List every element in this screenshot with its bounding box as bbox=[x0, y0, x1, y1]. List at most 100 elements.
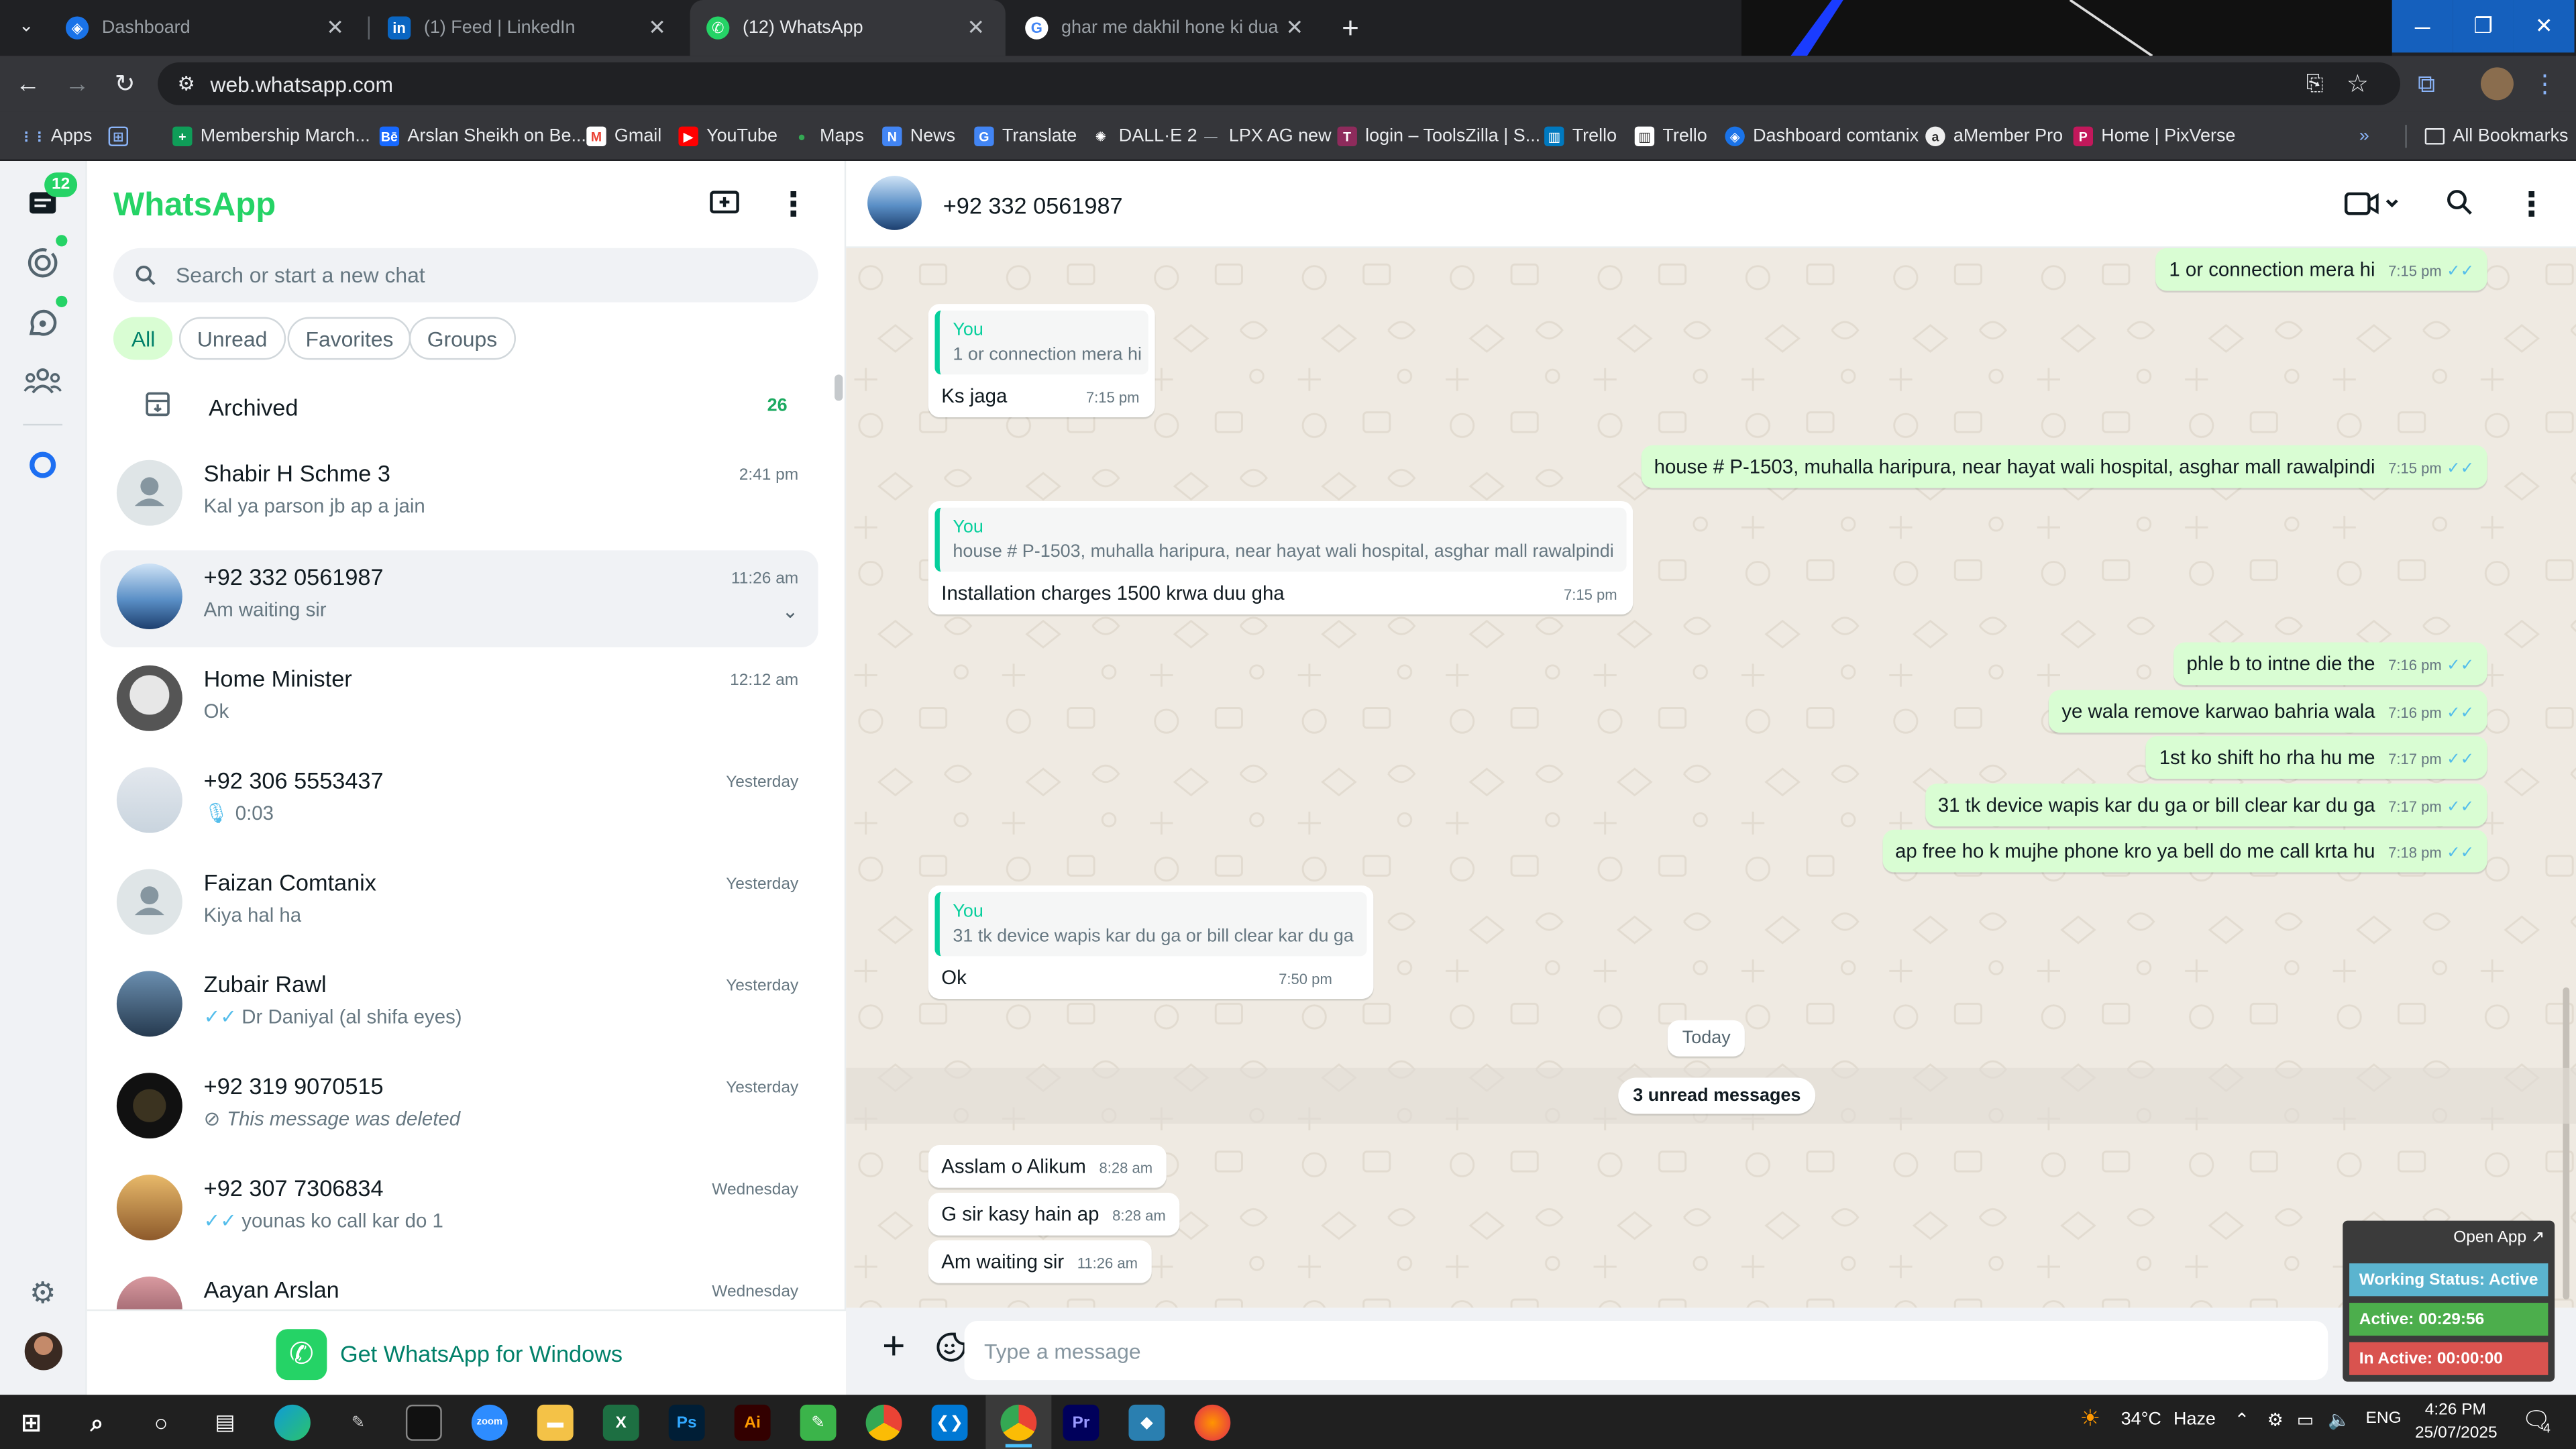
greenshot-icon[interactable]: ✎ bbox=[800, 1404, 837, 1441]
message-incoming[interactable]: You 31 tk device wapis kar du ga or bill… bbox=[928, 885, 1374, 999]
message-outgoing[interactable]: 31 tk device wapis kar du ga or bill cle… bbox=[1925, 784, 2487, 826]
chat-menu-icon[interactable]: ⋮ bbox=[2515, 184, 2548, 225]
file-explorer-icon[interactable]: ▬ bbox=[537, 1404, 574, 1441]
open-app-link[interactable]: Open App ↗ bbox=[2453, 1229, 2544, 1247]
tab-linkedin[interactable]: in (1) Feed | LinkedIn ✕ bbox=[371, 0, 686, 56]
close-icon[interactable]: ✕ bbox=[644, 15, 670, 41]
bookmark-toolszilla[interactable]: Tlogin – ToolsZilla | S... bbox=[1337, 121, 1540, 151]
chat-row-selected[interactable]: +92 332 0561987 11:26 am Am waiting sir … bbox=[100, 550, 818, 647]
chrome-icon[interactable] bbox=[865, 1404, 902, 1441]
browser-menu-icon[interactable]: ⋮ bbox=[2527, 66, 2563, 102]
profile-avatar[interactable] bbox=[2480, 67, 2514, 101]
omnibox[interactable]: ⚙ web.whatsapp.com bbox=[158, 62, 2400, 105]
tray-apps-icon[interactable]: ⚙ bbox=[2267, 1409, 2284, 1431]
message-outgoing[interactable]: ap free ho k mujhe phone kro ya bell do … bbox=[1882, 829, 2487, 873]
channels-nav-button[interactable] bbox=[21, 303, 64, 345]
message-outgoing[interactable]: house # P-1503, muhalla haripura, near h… bbox=[1641, 445, 2487, 488]
chat-row[interactable]: Zubair Rawl Yesterday ✓✓ Dr Daniyal (al s… bbox=[100, 958, 818, 1055]
message-outgoing[interactable]: 1st ko shift ho rha hu me 7:17 pm ✓✓ bbox=[2146, 736, 2487, 779]
bookmark-maps[interactable]: ● Maps bbox=[792, 121, 864, 151]
bookmark-lpx[interactable]: — LPX AG new bbox=[1201, 121, 1331, 151]
restore-button[interactable]: ❐ bbox=[2453, 0, 2514, 53]
volume-icon[interactable]: 🔈 bbox=[2328, 1409, 2351, 1431]
back-button[interactable]: ← bbox=[10, 66, 46, 102]
tab-search-icon[interactable]: ⌄ bbox=[13, 15, 40, 41]
message-outgoing[interactable]: ye wala remove karwao bahria wala 7:16 pm… bbox=[2048, 690, 2487, 733]
minimize-button[interactable]: ─ bbox=[2392, 0, 2453, 53]
pen-icon[interactable]: ✎ bbox=[340, 1405, 376, 1441]
messages-scrollbar[interactable] bbox=[2563, 987, 2570, 1300]
input-language[interactable]: ENG bbox=[2366, 1409, 2402, 1428]
close-icon[interactable]: ✕ bbox=[963, 15, 989, 41]
my-profile-avatar[interactable] bbox=[24, 1332, 63, 1371]
chevron-down-icon[interactable]: ⌄ bbox=[782, 600, 799, 623]
filter-unread[interactable]: Unread bbox=[178, 317, 286, 360]
quoted-message[interactable]: You 31 tk device wapis kar du ga or bill… bbox=[934, 892, 1367, 957]
quoted-message[interactable]: You house # P-1503, muhalla haripura, ne… bbox=[934, 507, 1627, 572]
meta-ai-button[interactable] bbox=[21, 443, 64, 486]
filter-favorites[interactable]: Favorites bbox=[287, 317, 412, 360]
bookmark-trello-1[interactable]: ▥ Trello bbox=[1544, 121, 1617, 151]
message-incoming[interactable]: You house # P-1503, muhalla haripura, ne… bbox=[928, 500, 1634, 614]
search-input[interactable]: Search or start a new chat bbox=[113, 248, 818, 303]
photoshop-icon[interactable]: Ps bbox=[668, 1404, 705, 1441]
tab-dashboard[interactable]: ◈ Dashboard ✕ bbox=[49, 0, 364, 56]
chat-row[interactable]: Home Minister 12:12 am Ok bbox=[100, 652, 818, 749]
message-incoming[interactable]: Am waiting sir 11:26 am bbox=[928, 1240, 1151, 1283]
bookmark-youtube[interactable]: ▶ YouTube bbox=[678, 121, 777, 151]
get-whatsapp-banner[interactable]: ✆ Get WhatsApp for Windows bbox=[87, 1309, 847, 1395]
reload-button[interactable]: ↻ bbox=[107, 66, 143, 102]
show-hidden-icons[interactable]: ⌃ bbox=[2235, 1409, 2250, 1431]
bookmark-dashboard-comtanix[interactable]: ◈ Dashboard comtanix bbox=[1725, 121, 1919, 151]
chat-header[interactable]: +92 332 0561987 ⋮ bbox=[846, 161, 2576, 248]
premiere-icon[interactable]: Pr bbox=[1063, 1404, 1099, 1441]
search-taskbar-icon[interactable]: ⌕ bbox=[79, 1405, 115, 1441]
bookmark-membership[interactable]: + Membership March... bbox=[172, 121, 370, 151]
message-incoming[interactable]: You 1 or connection mera hi Ks jaga 7:15 … bbox=[928, 304, 1155, 418]
firefox-icon[interactable] bbox=[1194, 1404, 1231, 1441]
bookmark-pixverse[interactable]: P Home | PixVerse bbox=[2073, 121, 2235, 151]
all-bookmarks-folder[interactable]: All Bookmarks bbox=[2424, 121, 2569, 151]
archived-row[interactable]: Archived 26 bbox=[87, 374, 846, 440]
cortana-icon[interactable]: ○ bbox=[143, 1405, 179, 1441]
illustrator-icon[interactable]: Ai bbox=[734, 1404, 771, 1441]
more-bookmarks-icon[interactable]: » bbox=[2359, 121, 2369, 151]
bookmark-grid[interactable]: ⊞ bbox=[108, 121, 137, 151]
bookmark-apps[interactable]: ⋮⋮ Apps bbox=[19, 121, 92, 151]
bookmark-dalle[interactable]: ✺ DALL·E 2 bbox=[1091, 121, 1197, 151]
chat-row[interactable]: Aayan Arslan Wednesday bbox=[100, 1263, 818, 1309]
app-diamond-icon[interactable]: ◆ bbox=[1128, 1404, 1165, 1441]
menu-dots-icon[interactable]: ⋮ bbox=[777, 187, 810, 223]
chat-list-scrollbar[interactable] bbox=[835, 374, 843, 401]
clock-time[interactable]: 4:26 PM bbox=[2425, 1401, 2486, 1419]
message-incoming[interactable]: G sir kasy hain ap 8:28 am bbox=[928, 1192, 1179, 1236]
vscode-icon[interactable]: ❮❯ bbox=[931, 1404, 968, 1441]
attach-button[interactable]: + bbox=[882, 1327, 905, 1367]
site-info-icon[interactable]: ⚙ bbox=[177, 72, 195, 95]
communities-nav-button[interactable] bbox=[21, 360, 64, 402]
bookmark-amember[interactable]: a aMember Pro bbox=[1925, 121, 2063, 151]
chat-row[interactable]: Faizan Comtanix Yesterday Kiya hal ha bbox=[100, 856, 818, 953]
terminal-icon[interactable] bbox=[405, 1404, 442, 1441]
chat-search-button[interactable] bbox=[2447, 189, 2473, 223]
filter-groups[interactable]: Groups bbox=[409, 317, 516, 360]
chat-row[interactable]: Shabir H Schme 3 2:41 pm Kal ya parson j… bbox=[100, 447, 818, 543]
status-nav-button[interactable] bbox=[21, 241, 64, 284]
contact-avatar[interactable] bbox=[867, 176, 922, 230]
weather-desc[interactable]: Haze bbox=[2174, 1409, 2216, 1429]
close-window-button[interactable]: ✕ bbox=[2513, 0, 2575, 53]
new-chat-button[interactable] bbox=[708, 189, 745, 222]
forward-button[interactable]: → bbox=[59, 66, 95, 102]
message-input[interactable]: Type a message bbox=[964, 1320, 2328, 1381]
zoom-icon[interactable]: zoom bbox=[471, 1404, 508, 1441]
task-view-icon[interactable]: ▤ bbox=[207, 1405, 244, 1441]
message-outgoing[interactable]: phle b to intne die the 7:16 pm ✓✓ bbox=[2173, 642, 2487, 686]
tab-whatsapp[interactable]: ✆ (12) WhatsApp ✕ bbox=[690, 0, 1006, 56]
bookmark-behance[interactable]: Bē Arslan Sheikh on Be... bbox=[379, 121, 586, 151]
chat-row[interactable]: +92 306 5553437 Yesterday 🎙 0:03 bbox=[100, 754, 818, 851]
chat-row[interactable]: +92 307 7306834 Wednesday ✓✓ younas ko ca… bbox=[100, 1161, 818, 1258]
extensions-icon[interactable]: ⧉ bbox=[2408, 66, 2445, 102]
close-icon[interactable]: ✕ bbox=[322, 15, 348, 41]
chrome-active-icon[interactable] bbox=[1000, 1404, 1037, 1441]
sticker-button[interactable] bbox=[934, 1331, 967, 1372]
